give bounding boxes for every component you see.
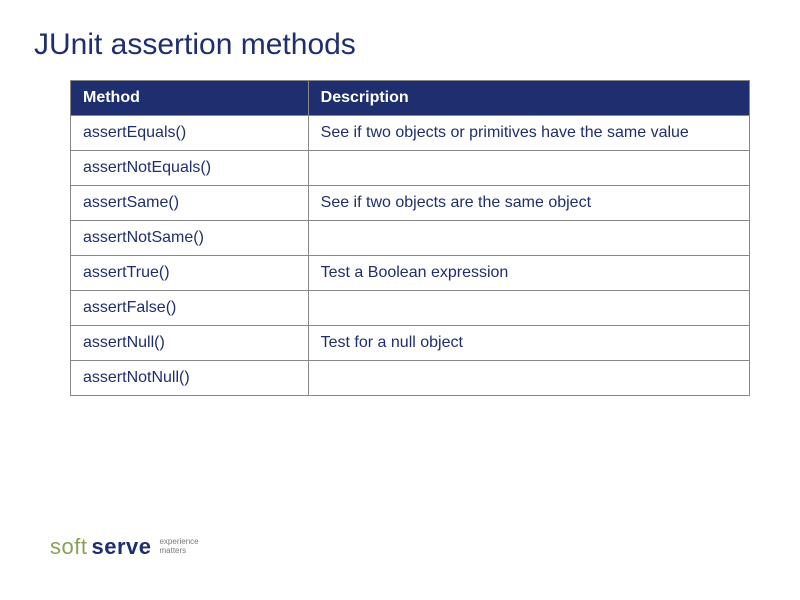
table-row: assertNotSame() bbox=[71, 221, 750, 256]
cell-description bbox=[308, 221, 749, 256]
table-row: assertNotEquals() bbox=[71, 151, 750, 186]
methods-table: Method Description assertEquals() See if… bbox=[70, 80, 750, 396]
cell-method: assertFalse() bbox=[71, 291, 309, 326]
cell-description bbox=[308, 361, 749, 396]
table-row: assertEquals() See if two objects or pri… bbox=[71, 116, 750, 151]
cell-method: assertNotSame() bbox=[71, 221, 309, 256]
header-description: Description bbox=[308, 81, 749, 116]
cell-description: See if two objects are the same object bbox=[308, 186, 749, 221]
cell-description: See if two objects or primitives have th… bbox=[308, 116, 749, 151]
cell-description: Test a Boolean expression bbox=[308, 256, 749, 291]
cell-method: assertEquals() bbox=[71, 116, 309, 151]
table-row: assertNull() Test for a null object bbox=[71, 326, 750, 361]
table-row: assertNotNull() bbox=[71, 361, 750, 396]
cell-description bbox=[308, 291, 749, 326]
page-title: JUnit assertion methods bbox=[34, 28, 750, 62]
cell-method: assertSame() bbox=[71, 186, 309, 221]
cell-description bbox=[308, 151, 749, 186]
slide-container: JUnit assertion methods Method Descripti… bbox=[0, 0, 800, 600]
cell-method: assertNotNull() bbox=[71, 361, 309, 396]
footer-logo: softserve experience matters bbox=[50, 534, 199, 560]
header-method: Method bbox=[71, 81, 309, 116]
table-header-row: Method Description bbox=[71, 81, 750, 116]
table-row: assertSame() See if two objects are the … bbox=[71, 186, 750, 221]
cell-method: assertNotEquals() bbox=[71, 151, 309, 186]
cell-description: Test for a null object bbox=[308, 326, 749, 361]
logo-part-soft: soft bbox=[50, 534, 87, 560]
table-row: assertTrue() Test a Boolean expression bbox=[71, 256, 750, 291]
logo-part-serve: serve bbox=[91, 534, 151, 560]
cell-method: assertNull() bbox=[71, 326, 309, 361]
cell-method: assertTrue() bbox=[71, 256, 309, 291]
logo-tagline: experience matters bbox=[159, 538, 198, 556]
tagline-line: matters bbox=[159, 547, 198, 556]
table-row: assertFalse() bbox=[71, 291, 750, 326]
